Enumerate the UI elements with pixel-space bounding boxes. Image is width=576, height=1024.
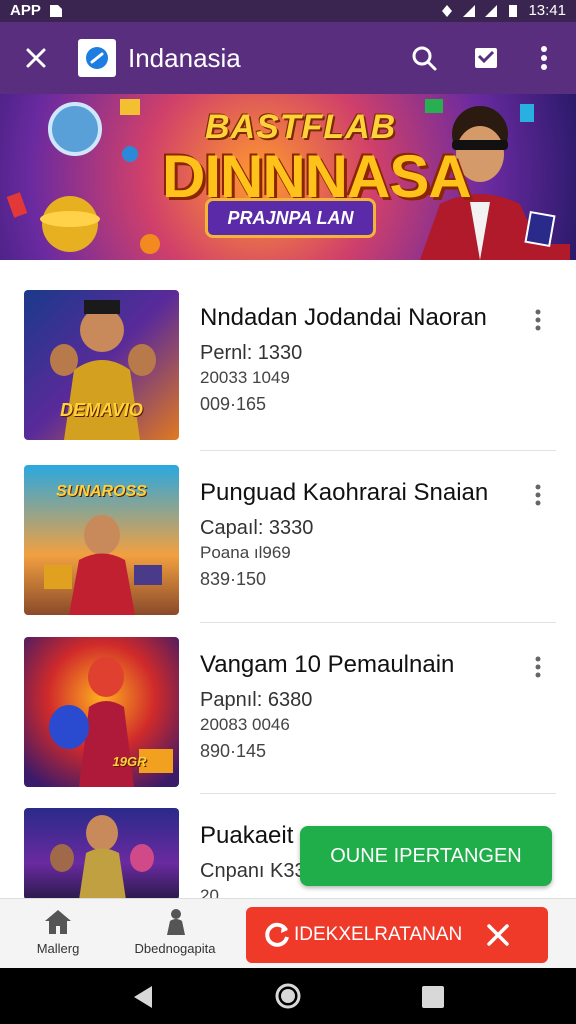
list-item[interactable]: DEMAVIO Nndadan Jodandai Naoran Pernl: 1… — [0, 260, 576, 440]
more-options-icon[interactable] — [528, 42, 560, 74]
thumbnail-art — [50, 815, 154, 900]
game-thumbnail — [24, 808, 179, 900]
game-name: Vangam 10 Pemaulnain — [200, 651, 455, 678]
alert-label: IDEKXELRATANAN — [294, 924, 463, 945]
bottom-navigation: Mallerg Dbednogapita IDEKXELRATANAN — [0, 898, 576, 969]
thumbnail-title: DEMAVIO — [60, 400, 143, 420]
notification-icon — [49, 4, 62, 17]
wifi-signal-icon — [485, 4, 498, 17]
home-icon — [45, 910, 71, 934]
primary-action-button[interactable]: OUNE IPERTANGEN — [300, 826, 552, 886]
app-logo-icon — [86, 47, 108, 69]
game-meta-secondary: Poana ıl969 — [200, 543, 291, 562]
app-title: Indanasia — [128, 43, 241, 73]
nav-tab-profile-label: Dbednogapita — [134, 941, 216, 956]
game-thumbnail: DEMAVIO — [24, 290, 179, 440]
back-icon[interactable] — [130, 984, 156, 1010]
game-thumbnail: SUNAROSS — [24, 465, 179, 615]
data-sync-icon — [442, 4, 453, 17]
game-thumbnail: 19GR — [24, 637, 179, 787]
game-meta-primary: Capaıl: 3330 — [200, 517, 314, 539]
system-navigation-bar — [0, 968, 576, 1024]
promo-banner[interactable]: BASTFLAB DINNNASA PRAJNPA LAN — [0, 94, 576, 260]
game-name: Nndadan Jodandai Naoran — [200, 304, 487, 331]
game-name: Punguad Kaohrarai Snaian — [200, 479, 489, 506]
app-logo — [78, 39, 116, 77]
more-vert-icon[interactable] — [530, 655, 546, 679]
status-app-label: APP — [10, 2, 41, 19]
game-meta-primary: Pernl: 1330 — [200, 342, 303, 364]
list-item[interactable]: 19GR Vangam 10 Pemaulnain Papnıl: 6380 2… — [0, 607, 576, 787]
banner-subtitle-pill: PRAJNPA LAN — [205, 198, 376, 238]
more-vert-icon[interactable] — [530, 308, 546, 332]
game-meta-tertiary: 009·165 — [200, 394, 267, 414]
refresh-icon — [265, 922, 289, 947]
nav-tab-home-label: Mallerg — [36, 941, 80, 956]
signal-icon — [463, 4, 476, 17]
alert-banner-button[interactable]: IDEKXELRATANAN — [246, 907, 548, 963]
nav-tab-profile[interactable]: Dbednogapita — [125, 907, 225, 956]
recent-apps-icon[interactable] — [421, 985, 445, 1009]
status-bar: APP 13:41 — [0, 0, 576, 22]
game-meta-secondary: 20033 1049 — [200, 368, 290, 387]
thumbnail-title: 19GR — [112, 754, 147, 769]
game-name: Puakaeit — [200, 822, 294, 849]
thumbnail-title: SUNAROSS — [56, 483, 147, 500]
nav-tab-home[interactable]: Mallerg — [8, 907, 108, 956]
game-meta-tertiary: 839·150 — [200, 569, 267, 589]
dismiss-icon[interactable] — [484, 921, 512, 949]
inbox-icon[interactable] — [470, 42, 502, 74]
home-circle-icon[interactable] — [274, 982, 302, 1010]
person-icon — [167, 909, 185, 935]
more-vert-icon[interactable] — [530, 483, 546, 507]
game-meta-primary: Papnıl: 6380 — [200, 689, 313, 711]
close-icon[interactable] — [20, 42, 52, 74]
game-meta-tertiary: 890·145 — [200, 741, 267, 761]
battery-icon — [509, 4, 518, 17]
status-time: 13:41 — [528, 2, 566, 19]
list-item[interactable]: SUNAROSS Punguad Kaohrarai Snaian Capaıl… — [0, 435, 576, 615]
app-bar: Indanasia — [0, 22, 576, 94]
game-meta-secondary: 20083 0046 — [200, 715, 290, 734]
search-icon[interactable] — [408, 42, 440, 74]
